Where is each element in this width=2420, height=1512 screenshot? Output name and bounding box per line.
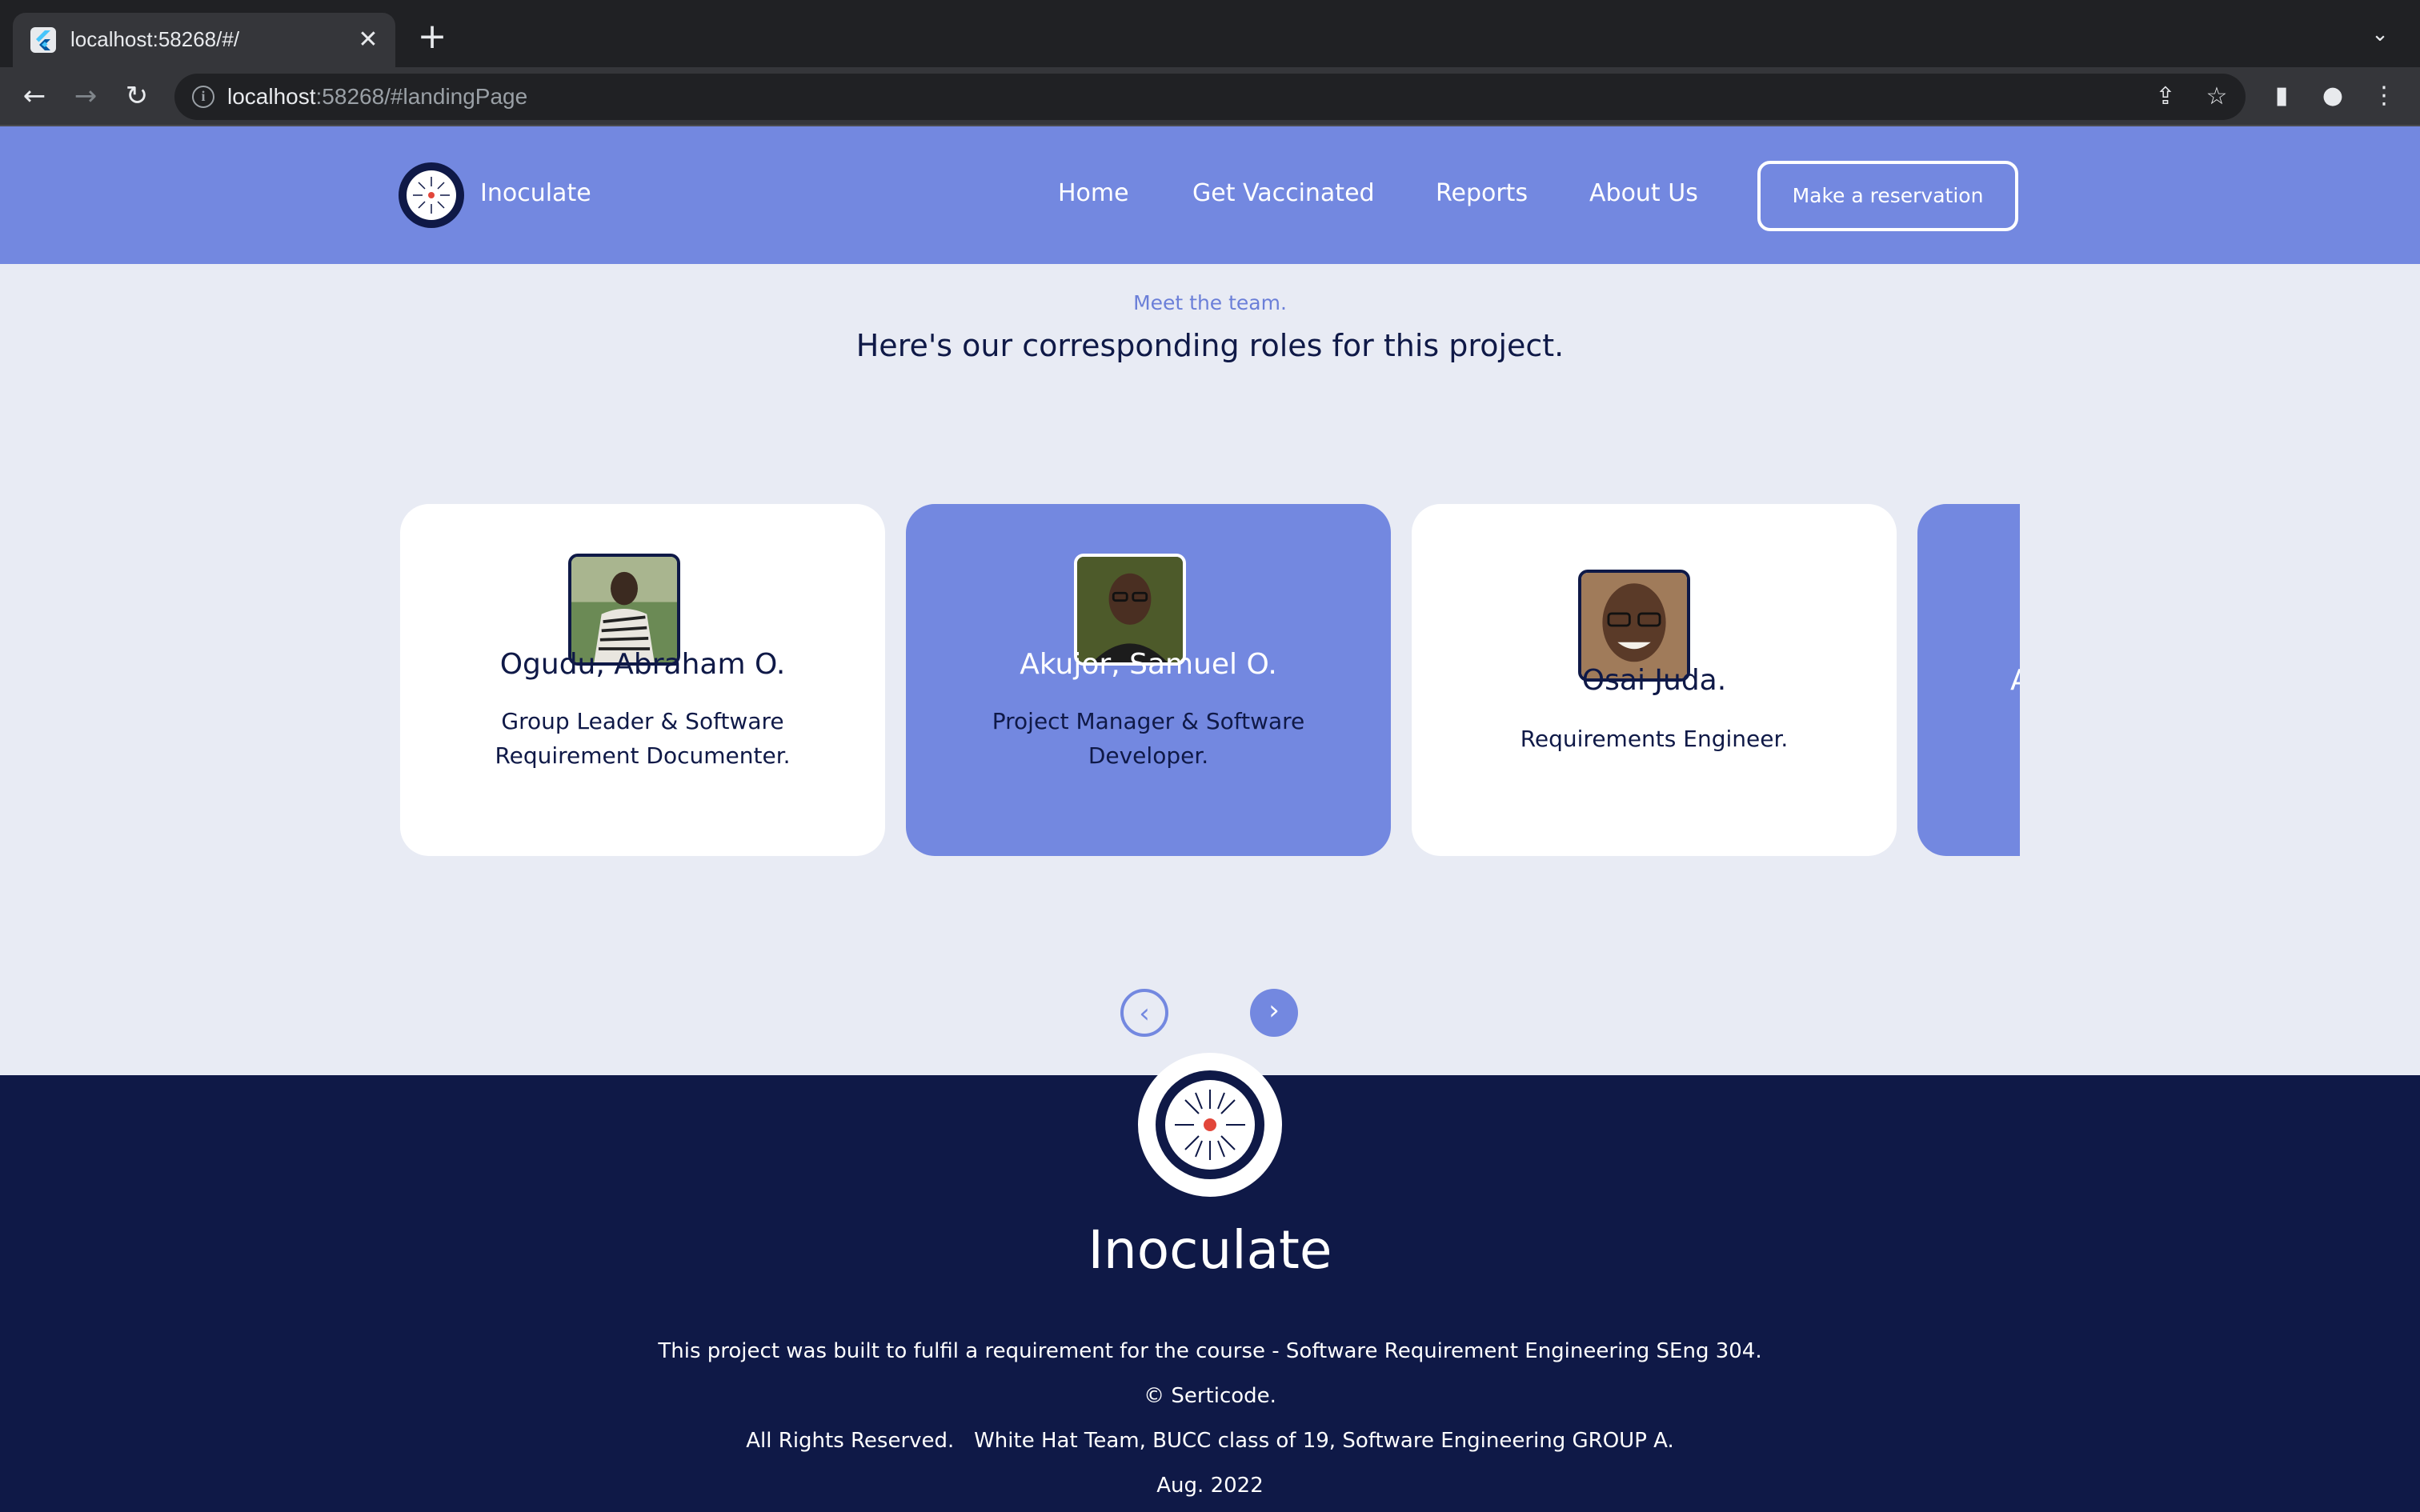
member-name: Ogudu, Abraham O. [499, 648, 786, 681]
footer-logo-icon [1138, 1053, 1282, 1197]
share-icon[interactable]: ⇪ [2151, 83, 2180, 112]
nav-link-reports[interactable]: Reports [1436, 179, 1528, 207]
address-bar[interactable]: i localhost:58268/#landingPage ⇪ ☆ [174, 74, 2246, 120]
brand-name[interactable]: Inoculate [480, 179, 591, 207]
member-role: Group Leader & Software Requirement Docu… [495, 708, 791, 769]
section-kicker: Meet the team. [1133, 291, 1287, 314]
landing-page: Inoculate Home Get Vaccinated Reports Ab… [0, 126, 2420, 1512]
member-role: Requirements Engineer. [1520, 726, 1789, 752]
reload-icon[interactable]: ↻ [118, 78, 155, 115]
side-panel-icon[interactable]: ▮ [2263, 78, 2300, 115]
forward-arrow-icon[interactable]: → [67, 78, 104, 115]
make-reservation-button[interactable]: Make a reservation [1757, 161, 2018, 231]
member-role: Project Manager & Software Developer. [992, 708, 1305, 769]
url-text: localhost:58268/#landingPage [227, 84, 528, 109]
back-arrow-icon[interactable]: ← [16, 78, 53, 115]
logo-icon[interactable] [399, 162, 464, 228]
member-name: Akujor, Samuel O. [1020, 648, 1277, 681]
footer-course-note: This project was built to fulfil a requi… [658, 1339, 1762, 1363]
nav-link-about-us[interactable]: About Us [1589, 179, 1698, 207]
more-menu-icon[interactable]: ⋮ [2366, 78, 2402, 115]
tab-title: localhost:58268/#/ [70, 27, 240, 51]
bookmark-star-icon[interactable]: ☆ [2202, 83, 2231, 112]
member-name: Osai Juda. [1581, 664, 1727, 697]
footer-copyright: © Serticode. [1144, 1384, 1276, 1408]
team-card: Osai Juda. Requirements Engineer. [1412, 504, 1897, 856]
browser-tab[interactable]: localhost:58268/#/ ✕ [13, 13, 395, 67]
browser-tab-strip: localhost:58268/#/ ✕ + ⌄ [0, 0, 2420, 67]
team-card-partial: A [1917, 504, 2020, 856]
tab-search-chevron-icon[interactable]: ⌄ [2364, 22, 2396, 54]
team-card: Ogudu, Abraham O. Group Leader & Softwar… [400, 504, 885, 856]
nav-link-get-vaccinated[interactable]: Get Vaccinated [1192, 179, 1375, 207]
member-name-partial: A [2010, 664, 2020, 697]
team-carousel[interactable]: Ogudu, Abraham O. Group Leader & Softwar… [400, 504, 2020, 856]
browser-toolbar: ← → ↻ i localhost:58268/#landingPage ⇪ ☆… [0, 67, 2420, 126]
flutter-favicon-icon [30, 27, 56, 53]
profile-icon[interactable]: ● [2314, 78, 2351, 115]
close-tab-icon[interactable]: ✕ [352, 24, 384, 56]
footer-rights: All Rights Reserved. White Hat Team, BUC… [746, 1429, 1674, 1453]
footer-brand: Inoculate [1088, 1219, 1332, 1281]
new-tab-button[interactable]: + [415, 19, 450, 56]
carousel-next-button[interactable]: › [1250, 989, 1298, 1037]
nav-link-home[interactable]: Home [1058, 179, 1129, 207]
site-header: Inoculate Home Get Vaccinated Reports Ab… [0, 126, 2420, 264]
site-footer: Inoculate This project was built to fulf… [0, 1053, 2420, 1512]
footer-date: Aug. 2022 [1156, 1474, 1264, 1498]
info-icon[interactable]: i [192, 86, 214, 108]
team-card: Akujor, Samuel O. Project Manager & Soft… [906, 504, 1391, 856]
carousel-prev-button[interactable]: ‹ [1120, 989, 1168, 1037]
section-title: Here's our corresponding roles for this … [855, 328, 1565, 363]
